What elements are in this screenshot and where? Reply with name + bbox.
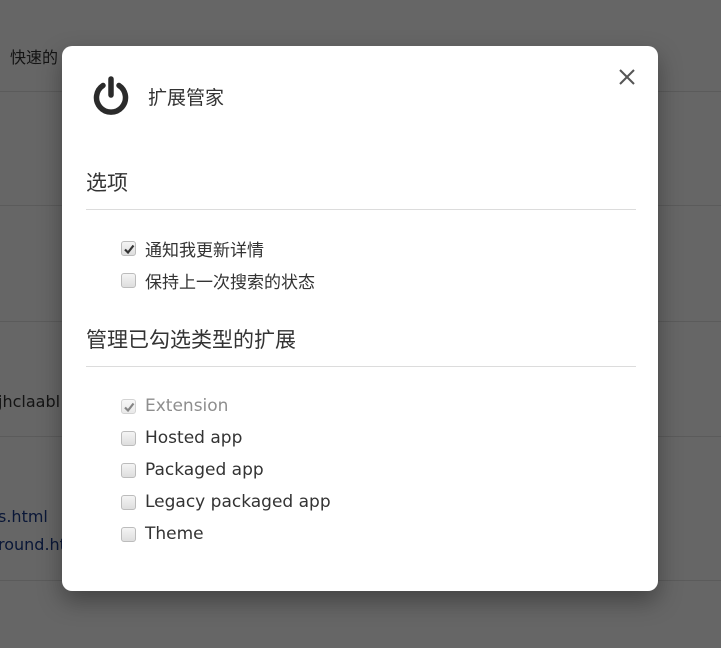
- checkmark-icon: [124, 402, 135, 412]
- section-divider: [86, 366, 636, 367]
- checkbox[interactable]: [121, 430, 136, 446]
- type-theme[interactable]: Theme: [121, 523, 204, 545]
- checkbox[interactable]: [121, 526, 136, 542]
- close-icon: [619, 69, 635, 85]
- types-section-title: 管理已勾选类型的扩展: [86, 328, 296, 352]
- option-label: Hosted app: [145, 428, 243, 448]
- option-label: 保持上一次搜索的状态: [145, 272, 315, 293]
- power-icon: [93, 76, 129, 115]
- options-section-title: 选项: [86, 171, 128, 195]
- option-notify-updates[interactable]: 通知我更新详情: [121, 237, 264, 261]
- type-packaged-app[interactable]: Packaged app: [121, 459, 264, 481]
- checkbox[interactable]: [121, 272, 136, 288]
- option-label: Theme: [145, 524, 204, 544]
- close-button[interactable]: [616, 66, 638, 88]
- type-extension: Extension: [121, 395, 228, 417]
- type-legacy-packaged-app[interactable]: Legacy packaged app: [121, 491, 331, 513]
- dialog-header: 扩展管家: [90, 74, 224, 118]
- settings-dialog: 扩展管家 选项 通知我更新详情 保持上一次搜索的状态 管理已勾选类型的扩展 Ex…: [62, 46, 658, 591]
- type-hosted-app[interactable]: Hosted app: [121, 427, 242, 449]
- checkbox[interactable]: [121, 240, 136, 256]
- checkbox[interactable]: [121, 462, 136, 478]
- option-label: Packaged app: [145, 460, 264, 480]
- checkbox[interactable]: [121, 494, 136, 510]
- section-divider: [86, 209, 636, 210]
- option-keep-search-state[interactable]: 保持上一次搜索的状态: [121, 269, 315, 293]
- checkbox: [121, 398, 136, 414]
- option-label: Extension: [145, 396, 229, 416]
- option-label: 通知我更新详情: [145, 240, 264, 261]
- checkmark-icon: [124, 244, 135, 254]
- dialog-title: 扩展管家: [148, 86, 225, 109]
- option-label: Legacy packaged app: [145, 492, 331, 512]
